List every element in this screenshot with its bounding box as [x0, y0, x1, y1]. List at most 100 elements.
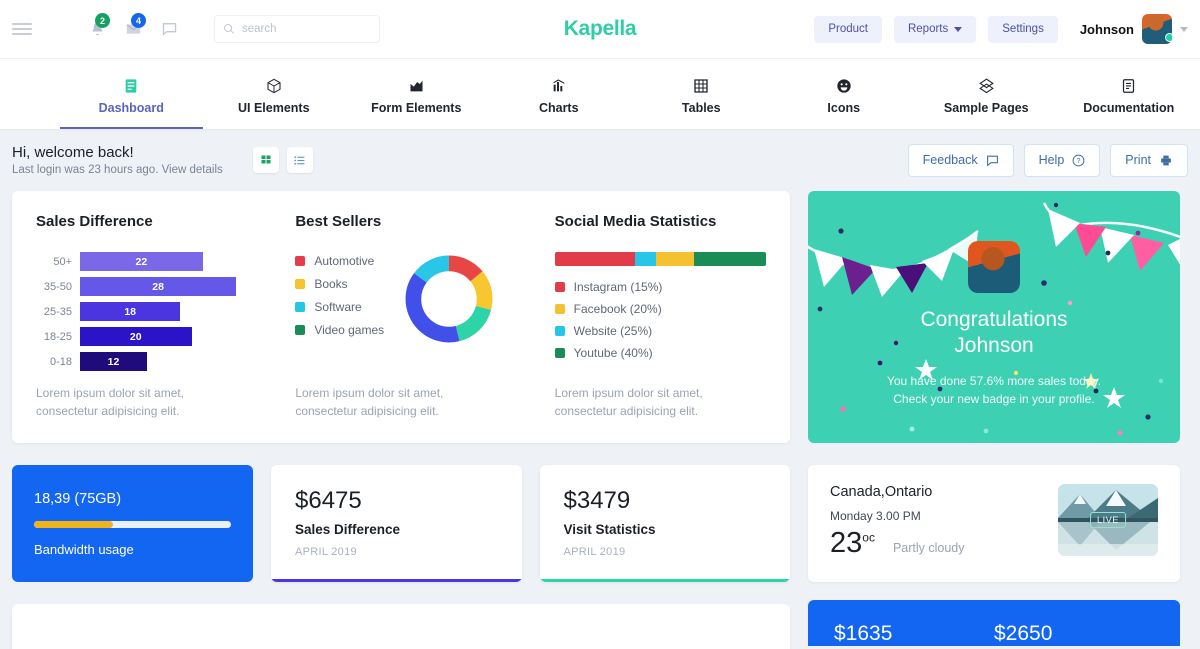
- bar-fill: 12: [80, 352, 147, 371]
- bar-row: 0-18 12: [36, 352, 247, 371]
- chart-bars-icon: [553, 78, 565, 91]
- product-button[interactable]: Product: [814, 15, 882, 43]
- chevron-down-icon: [954, 26, 963, 32]
- congratulations-line1: Congratulations: [920, 308, 1068, 331]
- settings-button[interactable]: Settings: [988, 15, 1058, 43]
- sales-difference-amount: $6475: [295, 487, 362, 514]
- view-toggle: [252, 147, 313, 173]
- help-label: Help: [1038, 153, 1065, 167]
- tab-dashboard[interactable]: Dashboard: [60, 59, 203, 129]
- tab-charts[interactable]: Charts: [488, 59, 631, 129]
- tab-icons[interactable]: Icons: [773, 59, 916, 129]
- chat-button[interactable]: [158, 16, 180, 42]
- donut-chart: [405, 255, 493, 343]
- weather-card: Canada,Ontario Monday 3.00 PM 23oc Partl…: [808, 465, 1180, 582]
- revenue-summary-card: $1635 $2650: [808, 600, 1180, 646]
- help-button[interactable]: Help ?: [1023, 143, 1101, 177]
- legend-item[interactable]: Video games: [295, 323, 384, 337]
- bar-track: 12: [80, 352, 247, 371]
- bandwidth-progress-fill: [34, 520, 113, 528]
- tab-ui-elements[interactable]: UI Elements: [203, 59, 346, 129]
- best-sellers-widget: Best Sellers Automotive Books Software Vide…: [271, 213, 530, 443]
- legend-swatch: [554, 326, 565, 336]
- welcome-text: Hi, welcome back! Last login was 23 hour…: [12, 144, 223, 176]
- dashboard-main: Sales Difference 50+ 22 35-50 28 25-35 18 18-2…: [0, 191, 1200, 649]
- bandwidth-progress-track: [34, 520, 231, 528]
- notifications-badge: 2: [95, 13, 110, 28]
- weather-info: Canada,Ontario Monday 3.00 PM 23oc Partl…: [830, 484, 965, 558]
- legend-item[interactable]: Youtube (40%): [554, 346, 766, 360]
- messages-badge: 4: [131, 13, 146, 28]
- weather-location: Canada,Ontario: [830, 484, 933, 500]
- legend-item[interactable]: Software: [295, 300, 384, 314]
- tab-charts-label: Charts: [538, 100, 579, 115]
- search-icon: [224, 23, 235, 34]
- search-box[interactable]: [214, 15, 380, 43]
- bar-track: 28: [80, 277, 247, 296]
- social-media-legend: Instagram (15%) Facebook (20%) Website (25…: [554, 280, 766, 360]
- widgets-card: Sales Difference 50+ 22 35-50 28 25-35 18 18-2…: [12, 191, 790, 443]
- bar-category-label: 18-25: [43, 330, 72, 343]
- list-view-button[interactable]: [286, 147, 313, 173]
- congratulations-title: Congratulations Johnson: [920, 307, 1067, 360]
- bar-category-label: 50+: [53, 255, 72, 268]
- tab-form-elements[interactable]: Form Elements: [345, 59, 488, 129]
- visit-statistics-period: APRIL 2019: [563, 546, 626, 558]
- legend-swatch: [295, 325, 306, 335]
- bar-category-label: 35-50: [43, 280, 72, 293]
- printer-icon: [1161, 155, 1171, 165]
- weather-thumbnail[interactable]: LIVE: [1058, 484, 1158, 556]
- left-column: Sales Difference 50+ 22 35-50 28 25-35 18 18-2…: [12, 191, 790, 649]
- legend-item[interactable]: Books: [295, 277, 384, 291]
- chart-line-icon: [410, 80, 423, 91]
- avatar: [968, 241, 1020, 293]
- list-view-icon: [294, 155, 305, 165]
- legend-label: Instagram (15%): [573, 280, 663, 294]
- bar-fill: 28: [80, 277, 237, 296]
- user-menu[interactable]: Johnson: [1080, 14, 1188, 44]
- visit-statistics-stat-card: $3479 Visit Statistics APRIL 2019: [539, 465, 790, 582]
- legend-item[interactable]: Instagram (15%): [554, 280, 766, 294]
- best-sellers-body: Automotive Books Software Video games: [295, 252, 506, 346]
- tab-sample-pages[interactable]: Sample Pages: [915, 59, 1058, 129]
- print-button[interactable]: Print: [1110, 143, 1188, 177]
- bar-row: 50+ 22: [36, 252, 247, 271]
- sales-difference-chart: 50+ 22 35-50 28 25-35 18 18-25 20 0-18 12: [36, 252, 247, 371]
- grid-view-button[interactable]: [252, 147, 279, 173]
- search-input[interactable]: [242, 23, 371, 35]
- legend-item[interactable]: Website (25%): [554, 324, 766, 338]
- welcome-actions: Feedback Help ? Print: [907, 143, 1188, 177]
- stat-row: 18,39 (75GB) Bandwidth usage $6475 Sales…: [12, 465, 790, 582]
- bar-track: 20: [80, 327, 247, 346]
- legend-label: Video games: [314, 323, 385, 337]
- bar-value-label: 12: [107, 355, 120, 368]
- stacked-segment: [694, 252, 766, 266]
- hamburger-icon[interactable]: [12, 16, 38, 42]
- tab-tables[interactable]: Tables: [630, 59, 773, 129]
- notifications-button[interactable]: 2: [86, 13, 110, 42]
- tab-documentation[interactable]: Documentation: [1058, 59, 1200, 129]
- tab-ui-elements-label: UI Elements: [237, 100, 310, 115]
- bandwidth-card: 18,39 (75GB) Bandwidth usage: [12, 465, 253, 582]
- tab-sample-pages-label: Sample Pages: [943, 101, 1029, 115]
- messages-button[interactable]: 4: [122, 13, 146, 42]
- congratulations-card: Congratulations Johnson You have done 57…: [808, 191, 1180, 443]
- welcome-subtitle[interactable]: Last login was 23 hours ago. View detail…: [12, 164, 223, 176]
- sales-difference-stat-title: Sales Difference: [295, 522, 401, 537]
- weather-time: Monday 3.00 PM: [830, 509, 921, 523]
- main-nav: Dashboard UI Elements Form Elements Char…: [0, 59, 1200, 129]
- top-header: 2 4 Kapella Product Reports Settin: [0, 0, 1200, 59]
- feedback-button[interactable]: Feedback: [907, 143, 1014, 177]
- social-media-title: Social Media Statistics: [554, 213, 717, 230]
- bar-fill: 22: [80, 252, 203, 271]
- reports-button[interactable]: Reports: [893, 15, 977, 43]
- bar-fill: 20: [80, 327, 192, 346]
- legend-item[interactable]: Automotive: [295, 254, 384, 268]
- legend-swatch: [295, 279, 306, 289]
- legend-swatch: [554, 282, 565, 292]
- legend-label: Website (25%): [573, 324, 653, 338]
- header-right: Product Reports Settings Johnson: [814, 14, 1200, 44]
- bar-category-label: 25-35: [43, 305, 72, 318]
- legend-item[interactable]: Facebook (20%): [554, 302, 766, 316]
- tab-documentation-label: Documentation: [1083, 100, 1175, 115]
